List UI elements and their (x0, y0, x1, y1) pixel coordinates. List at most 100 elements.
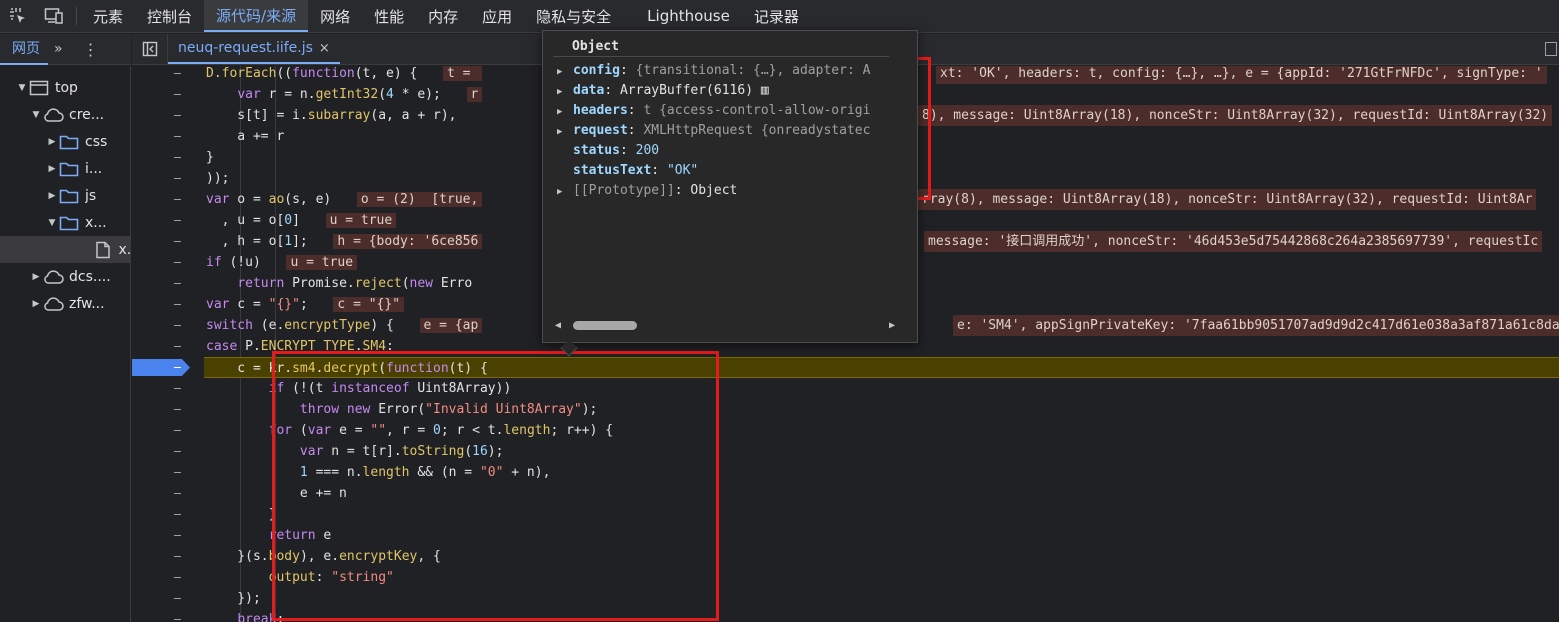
gutter-line[interactable] (132, 315, 206, 336)
chevron-right-icon[interactable]: ▶ (46, 137, 58, 147)
chevron-right-icon[interactable]: ▶ (46, 164, 58, 174)
gutter-line[interactable] (132, 462, 206, 483)
gutter-line[interactable] (132, 504, 206, 525)
device-toggle-icon[interactable] (36, 0, 72, 32)
gutter-line[interactable] (132, 525, 206, 546)
tree-item-label: top (55, 79, 78, 96)
gutter-line[interactable] (132, 294, 206, 315)
gutter-line[interactable] (132, 588, 206, 609)
gutter-line[interactable] (132, 252, 206, 273)
code-line-text: } (206, 507, 277, 522)
gutter-line[interactable] (132, 189, 206, 210)
code-line-text: , u = o[0] u = true (206, 210, 397, 231)
expand-triangle-icon[interactable]: ▶ (557, 62, 573, 81)
gutter-line[interactable] (132, 84, 206, 105)
tab-3[interactable]: 网络 (308, 0, 362, 32)
tab-7[interactable]: 隐私与安全 (524, 0, 623, 32)
gutter-line[interactable] (132, 378, 206, 399)
tab-4[interactable]: 性能 (362, 0, 416, 32)
breakpoint-marker[interactable] (132, 357, 206, 378)
scroll-right-arrow-icon[interactable]: ▶ (889, 320, 895, 331)
code-line-text: case P.ENCRYPT_TYPE.SM4: (206, 339, 394, 354)
code-line-text: c = kr.sm4.decrypt(function(t) { (206, 361, 488, 376)
folder-icon (58, 188, 80, 204)
property-separator: : (651, 163, 667, 178)
gutter-line[interactable] (132, 105, 206, 126)
tree-item[interactable]: ▼ top (0, 74, 131, 101)
tab-1[interactable]: 控制台 (135, 0, 204, 32)
property-separator: : (627, 103, 644, 118)
expand-triangle-icon[interactable]: ▶ (557, 122, 573, 141)
tree-item[interactable]: ▶ zfw... (0, 290, 131, 317)
popover-property-row: status: 200 (557, 141, 891, 161)
scroll-left-arrow-icon[interactable]: ◀ (555, 320, 561, 331)
scrollbar-thumb[interactable] (573, 321, 637, 330)
gutter-line[interactable] (132, 126, 206, 147)
gutter-line[interactable] (132, 483, 206, 504)
tab-8[interactable]: Lighthouse (635, 0, 742, 32)
popover-property-row[interactable]: ▶ config: {transitional: {…}, adapter: A (557, 61, 891, 81)
tree-item[interactable]: ▶ css (0, 128, 131, 155)
chevron-down-icon[interactable]: ▼ (30, 110, 42, 120)
gutter-line[interactable] (132, 336, 206, 357)
editor-file-tab-label: neuq-request.iife.js (178, 40, 313, 56)
expand-triangle-icon[interactable]: ▶ (557, 182, 573, 201)
gutter-line[interactable] (132, 168, 206, 189)
popover-property-row[interactable]: ▶ [[Prototype]]: Object (557, 181, 891, 201)
gutter-line[interactable] (132, 399, 206, 420)
gutter-line[interactable] (132, 546, 206, 567)
tree-item[interactable]: ▼ cre... (0, 101, 131, 128)
expand-triangle-icon[interactable]: ▶ (557, 82, 573, 101)
gutter-line[interactable] (132, 66, 206, 84)
tab-9[interactable]: 记录器 (742, 0, 811, 32)
close-tab-icon[interactable]: × (319, 41, 330, 56)
paused-code-line[interactable]: c = kr.sm4.decrypt(function(t) { (204, 357, 1559, 378)
gutter-line[interactable] (132, 609, 206, 622)
tree-item[interactable]: ▶ dcs.... (0, 263, 131, 290)
gutter-line[interactable] (132, 147, 206, 168)
chevron-right-icon[interactable]: ▶ (30, 272, 42, 282)
inline-value-preview: e: 'SM4', appSignPrivateKey: '7faa61bb90… (953, 315, 1559, 336)
gutter-line[interactable] (132, 441, 206, 462)
popover-property-row[interactable]: ▶ data: ArrayBuffer(6116) ▥ (557, 81, 891, 101)
folder-icon (58, 134, 80, 150)
cloud-icon (42, 107, 64, 123)
property-key: headers (573, 103, 628, 118)
chevron-right-icon[interactable]: ▶ (46, 191, 58, 201)
property-value: {transitional: {…}, adapter: A (635, 63, 871, 78)
gutter-line[interactable] (132, 567, 206, 588)
gutter-line[interactable] (132, 420, 206, 441)
tab-page[interactable]: 网页 (0, 34, 48, 65)
tree-item-label: css (85, 133, 108, 150)
editor-file-tab[interactable]: neuq-request.iife.js × (168, 34, 340, 64)
tab-2[interactable]: 源代码/来源 (204, 0, 309, 32)
popover-property-row[interactable]: ▶ request: XMLHttpRequest {onreadystatec (557, 121, 891, 141)
chevron-right-icon[interactable]: ▶ (30, 299, 42, 309)
inline-value-preview: message: '接口调用成功', nonceStr: '46d453e5d7… (924, 231, 1543, 252)
gutter-line[interactable] (132, 231, 206, 252)
tree-item[interactable]: ▼ x... (0, 209, 131, 236)
gutter-line[interactable] (132, 273, 206, 294)
inspect-element-icon[interactable] (0, 0, 36, 32)
tree-item[interactable]: ▶ i... (0, 155, 131, 182)
more-tabs-button[interactable]: » (48, 41, 69, 57)
navigator-menu-button[interactable]: ⋮ (83, 40, 99, 59)
gutter-line[interactable] (132, 210, 206, 231)
popover-horizontal-scrollbar[interactable]: ◀ ▶ (555, 318, 895, 332)
tree-item[interactable]: ▶ js (0, 182, 131, 209)
toggle-debugger-sidebar-icon[interactable] (1545, 42, 1557, 56)
chevron-down-icon[interactable]: ▼ (16, 83, 28, 93)
expand-triangle-icon[interactable]: ▶ (557, 102, 573, 121)
tree-item[interactable]: x. (0, 236, 131, 263)
navigator-header: 网页 » ⋮ (0, 34, 131, 65)
popover-property-row[interactable]: ▶ headers: t {access-control-allow-origi (557, 101, 891, 121)
tab-6[interactable]: 应用 (470, 0, 524, 32)
toggle-navigator-icon[interactable] (132, 34, 168, 64)
tab-5[interactable]: 内存 (416, 0, 470, 32)
tab-0[interactable]: 元素 (81, 0, 135, 32)
tree-item-label: cre... (69, 106, 105, 123)
code-line-text: break; (237, 612, 285, 622)
chevron-down-icon[interactable]: ▼ (46, 218, 58, 228)
line-gutter[interactable] (132, 66, 206, 622)
property-value: t {access-control-allow-origi (643, 103, 871, 118)
